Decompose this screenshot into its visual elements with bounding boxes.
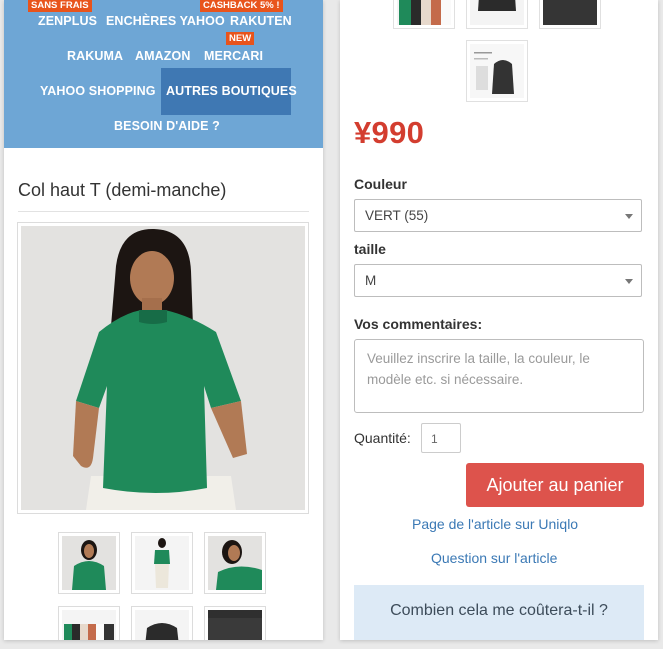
right-thumbnail-4[interactable]: [466, 40, 528, 102]
thumb-fabric-icon: [208, 610, 262, 640]
thumbnail-1[interactable]: [58, 532, 120, 594]
thumb-color-range-icon: [62, 610, 116, 640]
right-thumbnail-2[interactable]: [466, 0, 528, 29]
nav-autres-boutiques[interactable]: AUTRES BOUTIQUES: [166, 84, 297, 98]
nav-rakuten[interactable]: RAKUTEN: [230, 14, 292, 28]
price: ¥990: [354, 115, 425, 150]
right-thumbnail-1[interactable]: [393, 0, 455, 29]
nav-encheres-yahoo[interactable]: ENCHÈRES YAHOO: [106, 14, 225, 28]
badge-new: NEW: [226, 32, 255, 45]
store-nav: SANS FRAIS CASHBACK 5% ! NEW ZENPLUS ENC…: [4, 0, 323, 148]
main-product-image[interactable]: [17, 222, 309, 514]
product-title: Col haut T (demi-manche): [18, 180, 227, 200]
quantity-input[interactable]: 1: [421, 423, 461, 453]
size-select[interactable]: M: [354, 264, 642, 297]
chevron-down-icon: [625, 214, 633, 219]
right-thumbnail-3[interactable]: [539, 0, 601, 29]
thumbnail-5[interactable]: [131, 606, 193, 640]
question-link[interactable]: Question sur l'article: [431, 550, 557, 566]
thumb-model-side-icon: [208, 536, 262, 590]
thumb-black-tshirt-icon: [135, 610, 189, 640]
nav-yahoo-shopping[interactable]: YAHOO SHOPPING: [40, 84, 156, 98]
thumb-black-tshirt-icon: [470, 0, 524, 25]
size-label: taille: [354, 241, 386, 257]
nav-rakuma[interactable]: RAKUMA: [67, 49, 123, 63]
badge-sans-frais: SANS FRAIS: [28, 0, 92, 12]
right-panel: ¥990 Couleur VERT (55) taille M Vos comm…: [340, 0, 658, 640]
quantity-label: Quantité:: [354, 430, 411, 446]
thumb-model-full-icon: [135, 536, 189, 590]
nav-mercari[interactable]: MERCARI: [204, 49, 263, 63]
thumb-size-chart-icon: [470, 44, 524, 98]
comments-label: Vos commentaires:: [354, 316, 483, 332]
color-label: Couleur: [354, 176, 407, 192]
thumb-color-range-icon: [397, 0, 451, 25]
color-select-value: VERT (55): [365, 208, 429, 223]
comments-textarea[interactable]: Veuillez inscrire la taille, la couleur,…: [354, 339, 644, 413]
badge-cashback: CASHBACK 5% !: [200, 0, 283, 12]
model-green-tshirt-illustration: [21, 226, 305, 510]
nav-besoin-aide[interactable]: BESOIN D'AIDE ?: [114, 119, 220, 133]
thumbnail-2[interactable]: [131, 532, 193, 594]
left-panel: SANS FRAIS CASHBACK 5% ! NEW ZENPLUS ENC…: [4, 0, 323, 640]
size-select-value: M: [365, 273, 377, 288]
thumbnail-3[interactable]: [204, 532, 266, 594]
thumbnail-6[interactable]: [204, 606, 266, 640]
thumb-model-front-icon: [62, 536, 116, 590]
chevron-down-icon: [625, 279, 633, 284]
nav-amazon[interactable]: AMAZON: [135, 49, 190, 63]
add-to-cart-button[interactable]: Ajouter au panier: [466, 463, 644, 507]
thumb-fabric-icon: [543, 0, 597, 25]
title-divider: [18, 211, 309, 212]
uniqlo-page-link[interactable]: Page de l'article sur Uniqlo: [412, 516, 578, 532]
nav-zenplus[interactable]: ZENPLUS: [38, 14, 97, 28]
cost-estimate-button[interactable]: Combien cela me coûtera-t-il ?: [354, 585, 644, 640]
thumbnail-4[interactable]: [58, 606, 120, 640]
color-select[interactable]: VERT (55): [354, 199, 642, 232]
